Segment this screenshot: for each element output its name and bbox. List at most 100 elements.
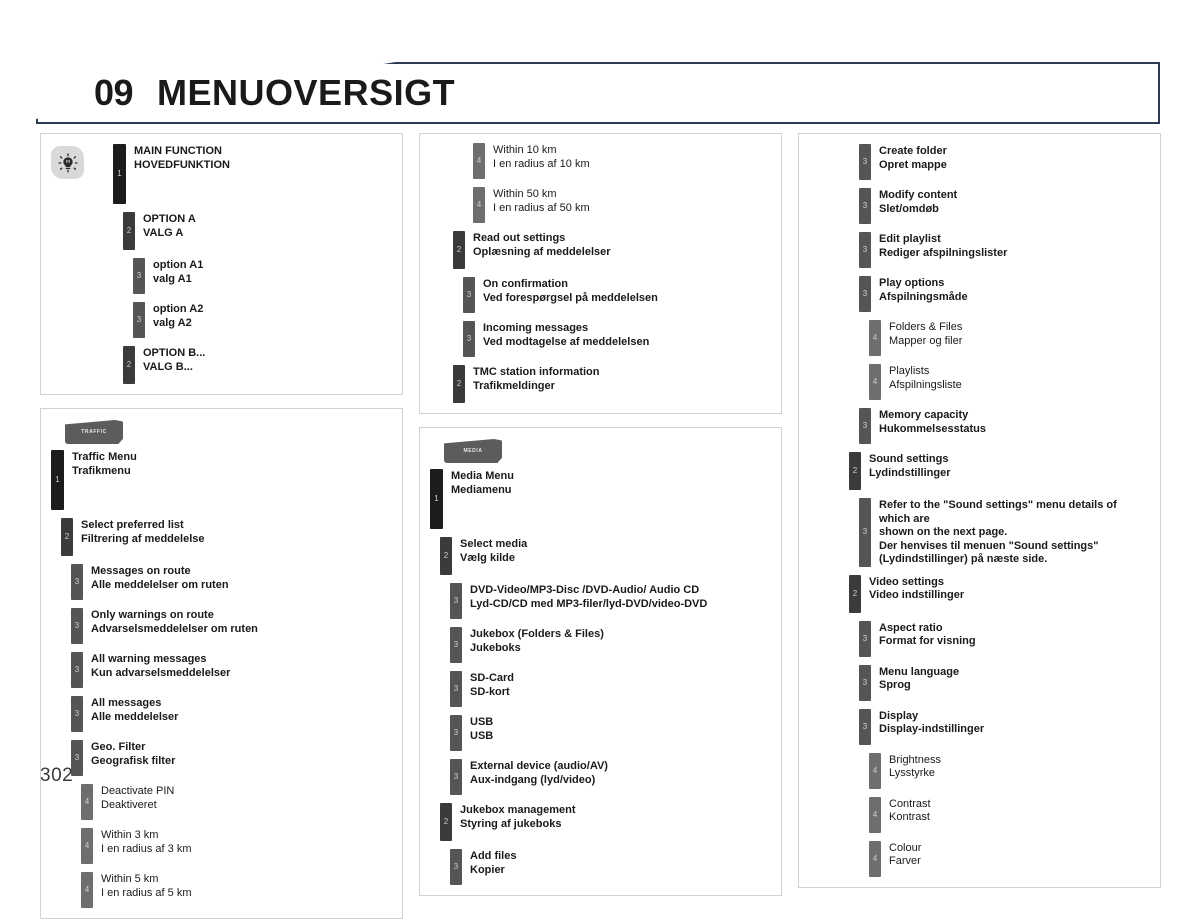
traffic-badge-label: TRAFFIC (81, 429, 107, 435)
level-number: 3 (862, 157, 868, 166)
menu-row: 4 Folders & Files Mapper og filer (869, 320, 1150, 356)
menu-labels: All messages Alle meddelelser (83, 696, 178, 732)
menu-label-da: Sprog (879, 679, 911, 691)
menu-label-da: Kopier (470, 863, 505, 876)
menu-labels: Jukebox (Folders & Files) Jukeboks (462, 627, 604, 663)
level-number: 3 (453, 728, 459, 737)
menu-label-en: Memory capacity (879, 409, 969, 421)
level-indicator-bar: 3 (71, 696, 83, 732)
level-number: 3 (74, 753, 80, 762)
menu-row: 3 Incoming messages Ved modtagelse af medd… (463, 321, 771, 357)
menu-label-da: Kontrast (889, 811, 930, 823)
left-column: 1 MAIN FUNCTION HOVEDFUNKTION 2 OPTION A VALG… (40, 133, 403, 919)
chapter-header: 09 MENUOVERSIGT (36, 62, 1160, 124)
menu-labels: Folders & Files Mapper og filer (881, 320, 962, 356)
level-indicator-bar: 3 (463, 277, 475, 313)
level-number: 3 (74, 709, 80, 718)
level-number: 3 (74, 665, 80, 674)
level-number: 4 (84, 841, 90, 850)
level-number: 2 (443, 551, 449, 560)
level-number: 3 (74, 621, 80, 630)
menu-label-en: Read out settings (473, 232, 566, 244)
level-indicator-bar: 3 (71, 652, 83, 688)
menu-label-da: Mediamenu (451, 483, 512, 496)
menu-label-da: Oplæsning af meddelelser (473, 245, 611, 258)
menu-labels: Edit playlist Rediger afspilningslister (871, 232, 1007, 268)
menu-label-en: On confirmation (483, 278, 568, 290)
menu-label-da: Trafikmenu (72, 464, 131, 477)
level-indicator-bar: 3 (450, 849, 462, 885)
level-indicator-bar: 3 (859, 232, 871, 268)
menu-labels: Select preferred list Filtrering af medde… (73, 518, 204, 556)
level-number: 2 (852, 466, 858, 475)
menu-labels: Colour Farver (881, 841, 921, 877)
menu-label-en: Play options (879, 277, 945, 289)
level-indicator-bar: 3 (71, 564, 83, 600)
menu-label-da: HOVEDFUNKTION (134, 158, 230, 171)
level-indicator-bar: 3 (450, 583, 462, 619)
menu-label-da: I en radius af 50 km (493, 201, 590, 214)
menu-label-en: TMC station information (473, 366, 600, 378)
menu-labels: option A1 valg A1 (145, 258, 203, 294)
menu-row: 4 Playlists Afspilningsliste (869, 364, 1150, 400)
level-indicator-bar: 3 (859, 188, 871, 224)
menu-row: 2 Jukebox management Styring af jukeboks (440, 803, 771, 841)
menu-labels: Add files Kopier (462, 849, 516, 885)
chapter-number: 09 (94, 72, 134, 113)
media-badge-label: MEDIA (463, 448, 483, 454)
menu-label-da: Ved forespørgsel på meddelelsen (483, 291, 658, 304)
level-indicator-bar: 3 (133, 302, 145, 338)
level-number: 2 (443, 817, 449, 826)
level-number: 3 (862, 289, 868, 298)
level-number: 4 (84, 885, 90, 894)
traffic-menu-continued-panel: 4 Within 10 km I en radius af 10 km 4 Within… (419, 133, 782, 414)
menu-label-da: Rediger afspilningslister (879, 246, 1008, 259)
menu-label-en: option A2 (153, 303, 204, 315)
menu-label-en: Select preferred list (81, 519, 184, 531)
menu-label-en: DVD-Video/MP3-Disc /DVD-Audio/ Audio CD (470, 584, 700, 596)
menu-label-en: Select media (460, 538, 528, 550)
menu-row: 4 Contrast Kontrast (869, 796, 1150, 833)
menu-labels: Read out settings Oplæsning af meddelelse… (465, 231, 611, 269)
right-column: 3 Create folder Opret mappe 3 Modify content… (798, 133, 1161, 888)
menu-row: 2 Sound settings Lydindstillinger (849, 452, 1150, 490)
media-continued-rows: 3 Create folder Opret mappe 3 Modify content… (839, 144, 1150, 877)
menu-row: 3 On confirmation Ved forespørgsel på medd… (463, 277, 771, 313)
menu-labels: SD-Card SD-kort (462, 671, 514, 707)
menu-labels: All warning messages Kun advarselsmeddele… (83, 652, 230, 688)
level-indicator-bar: 2 (453, 231, 465, 269)
menu-label-en: Jukebox (Folders & Files) (470, 628, 604, 640)
menu-labels: Media Menu Mediamenu (443, 469, 514, 529)
menu-labels: Refer to the "Sound settings" menu detai… (871, 498, 1150, 567)
level-indicator-bar: 2 (123, 346, 135, 384)
menu-labels: Deactivate PIN Deaktiveret (93, 784, 174, 820)
menu-label-da: I en radius af 3 km (101, 842, 192, 855)
menu-labels: On confirmation Ved forespørgsel på medde… (475, 277, 658, 313)
middle-column: 4 Within 10 km I en radius af 10 km 4 Within… (419, 133, 782, 896)
level-number: 4 (872, 853, 878, 863)
menu-labels: DVD-Video/MP3-Disc /DVD-Audio/ Audio CD L… (462, 583, 707, 619)
menu-labels: Only warnings on route Advarselsmeddelels… (83, 608, 258, 644)
menu-labels: TMC station information Trafikmeldinger (465, 365, 600, 403)
level-indicator-bar: 3 (71, 608, 83, 644)
menu-label-da: Styring af jukeboks (460, 817, 562, 830)
menu-label-en: Brightness (889, 753, 941, 766)
menu-labels: Menu language Sprog (871, 665, 959, 701)
menu-row: 3 USB USB (450, 715, 771, 751)
traffic-continued-rows: 4 Within 10 km I en radius af 10 km 4 Within… (443, 143, 771, 403)
menu-label-da: Format for visning (879, 635, 976, 647)
menu-label-en: All warning messages (91, 653, 207, 665)
menu-labels: Contrast Kontrast (881, 797, 931, 833)
media-rows: 1 Media Menu Mediamenu 2 Select media Vælg ki… (430, 469, 771, 885)
menu-label-da: Hukommelsesstatus (879, 422, 986, 435)
menu-label-da: Afspilningsmåde (879, 290, 968, 303)
menu-row: 3 Edit playlist Rediger afspilningslister (859, 232, 1150, 268)
menu-label-en: Deactivate PIN (101, 785, 175, 797)
menu-label-en: Create folder (879, 145, 947, 157)
menu-label-en: Folders & Files (889, 321, 963, 333)
level-indicator-bar: 3 (859, 144, 871, 180)
level-number: 3 (453, 772, 459, 781)
level-indicator-bar: 3 (859, 408, 871, 444)
level-indicator-bar: 3 (450, 627, 462, 663)
menu-label-en: SD-Card (470, 672, 515, 684)
